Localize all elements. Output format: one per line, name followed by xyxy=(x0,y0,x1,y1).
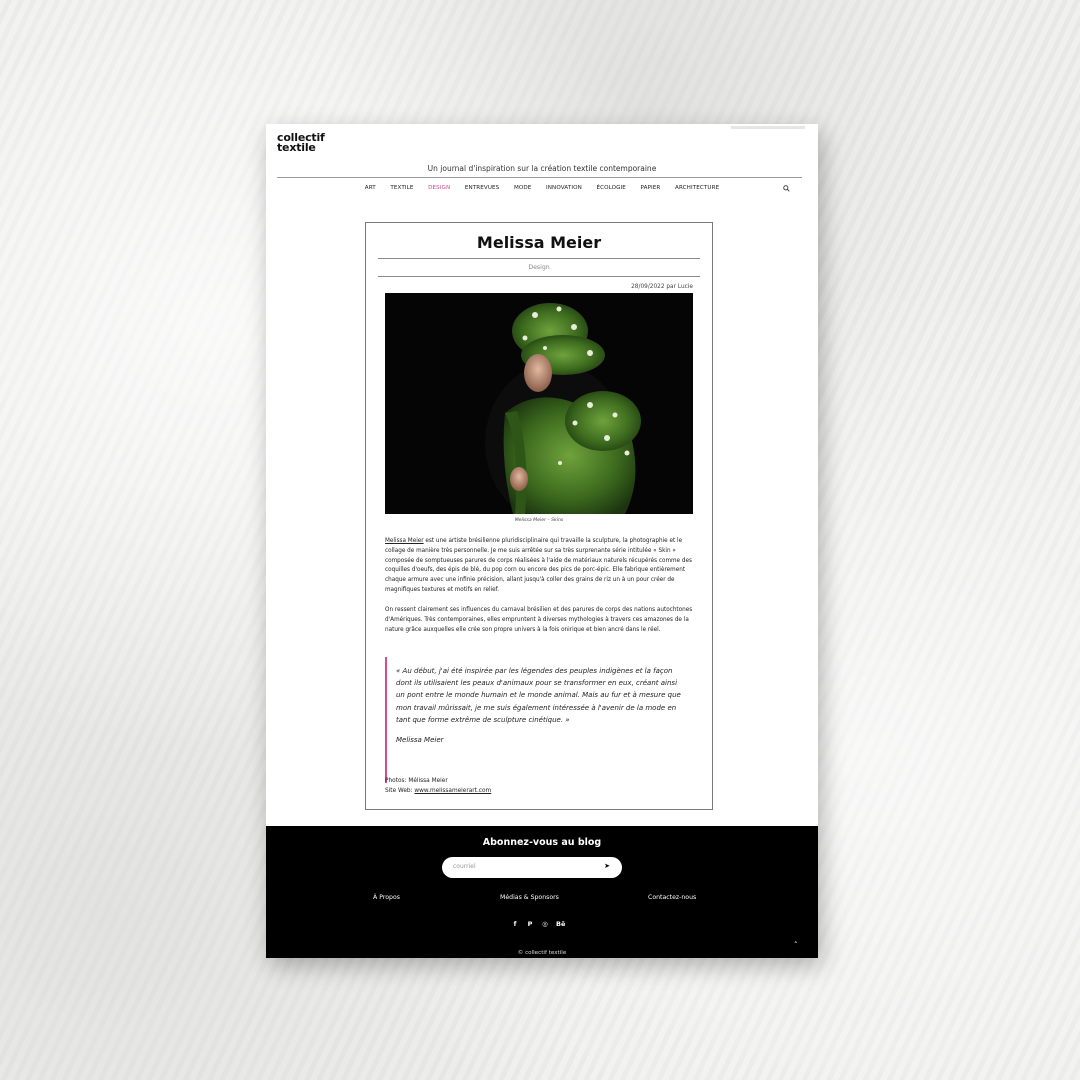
footer-link-about[interactable]: À Propos xyxy=(373,894,400,901)
quote-text: « Au début, j'ai été inspirée par les lé… xyxy=(396,667,681,724)
nav-item-design[interactable]: DESIGN xyxy=(421,185,458,191)
header-divider xyxy=(277,177,802,178)
article-credits: Photos: Mélissa Meier Site Web: www.meli… xyxy=(385,776,491,796)
article-card: Melissa Meier Design 28/09/2022 par Luci… xyxy=(365,222,713,810)
nav-item-ecologie[interactable]: ÉCOLOGIE xyxy=(589,185,633,191)
subscribe-title: Abonnez-vous au blog xyxy=(482,837,602,848)
nav-item-mode[interactable]: MODE xyxy=(507,185,539,191)
article-title: Melissa Meier xyxy=(476,233,602,252)
article-paragraph-1: Melissa Meier est une artiste brésilienn… xyxy=(385,537,693,596)
header-bar xyxy=(731,126,805,129)
email-placeholder: courriel xyxy=(453,863,476,870)
artist-quote: « Au début, j'ai été inspirée par les lé… xyxy=(385,657,693,783)
back-to-top-icon[interactable]: ˄ xyxy=(794,941,798,949)
send-arrow-icon[interactable]: ➤ xyxy=(604,862,610,870)
behance-icon[interactable]: Bē xyxy=(556,920,565,928)
footer-link-media-sponsors[interactable]: Médias & Sponsors xyxy=(500,894,559,901)
website-label: Site Web: xyxy=(385,788,415,794)
logo-line-2: textile xyxy=(277,141,316,154)
title-divider xyxy=(378,258,700,259)
photo-moss-costume xyxy=(385,293,693,514)
site-tagline: Un journal d'inspiration sur la création… xyxy=(427,164,657,173)
website-credit: Site Web: www.melissameierart.com xyxy=(385,786,491,796)
web-page: collectif textile Un journal d'inspirati… xyxy=(266,124,818,958)
article-dateline: 28/09/2022 par Lucie xyxy=(631,284,693,290)
facebook-icon[interactable]: f xyxy=(511,920,519,928)
site-logo[interactable]: collectif textile xyxy=(277,132,325,154)
quote-author: Melissa Meier xyxy=(396,736,444,744)
footer-link-contact[interactable]: Contactez-nous xyxy=(648,894,696,901)
photo-credits: Photos: Mélissa Meier xyxy=(385,778,448,784)
instagram-icon[interactable]: ◎ xyxy=(541,920,549,928)
nav-item-art[interactable]: ART xyxy=(357,185,383,191)
website-link[interactable]: www.melissameierart.com xyxy=(414,788,491,794)
nav-item-papier[interactable]: PAPIER xyxy=(633,185,667,191)
article-category[interactable]: Design xyxy=(366,264,712,271)
nav-item-architecture[interactable]: ARCHITECTURE xyxy=(668,185,727,191)
nav-item-textile[interactable]: TEXTILE xyxy=(383,185,421,191)
pinterest-icon[interactable]: P xyxy=(526,920,534,928)
article-photo xyxy=(385,293,693,514)
nav-item-innovation[interactable]: INNOVATION xyxy=(539,185,589,191)
category-divider xyxy=(378,276,700,277)
email-field[interactable]: courriel ➤ xyxy=(442,857,622,878)
photo-caption: Melissa Meier – Skins xyxy=(514,518,564,523)
search-icon[interactable] xyxy=(783,185,790,192)
copyright: © collectif textile xyxy=(517,950,567,956)
nav-item-entrevues[interactable]: ENTREVUES xyxy=(458,185,507,191)
article-paragraph-2: On ressent clairement ses influences du … xyxy=(385,607,693,633)
footer-links: À Propos Médias & Sponsors Contactez-nou… xyxy=(266,894,818,904)
artist-link[interactable]: Melissa Meier xyxy=(385,538,424,544)
site-footer: Abonnez-vous au blog courriel ➤ À Propos… xyxy=(266,826,818,958)
social-links: f P ◎ Bē xyxy=(511,920,566,928)
paragraph-1-text: est une artiste brésilienne pluridiscipl… xyxy=(385,538,692,593)
main-nav: ART TEXTILE DESIGN ENTREVUES MODE INNOVA… xyxy=(266,185,818,191)
